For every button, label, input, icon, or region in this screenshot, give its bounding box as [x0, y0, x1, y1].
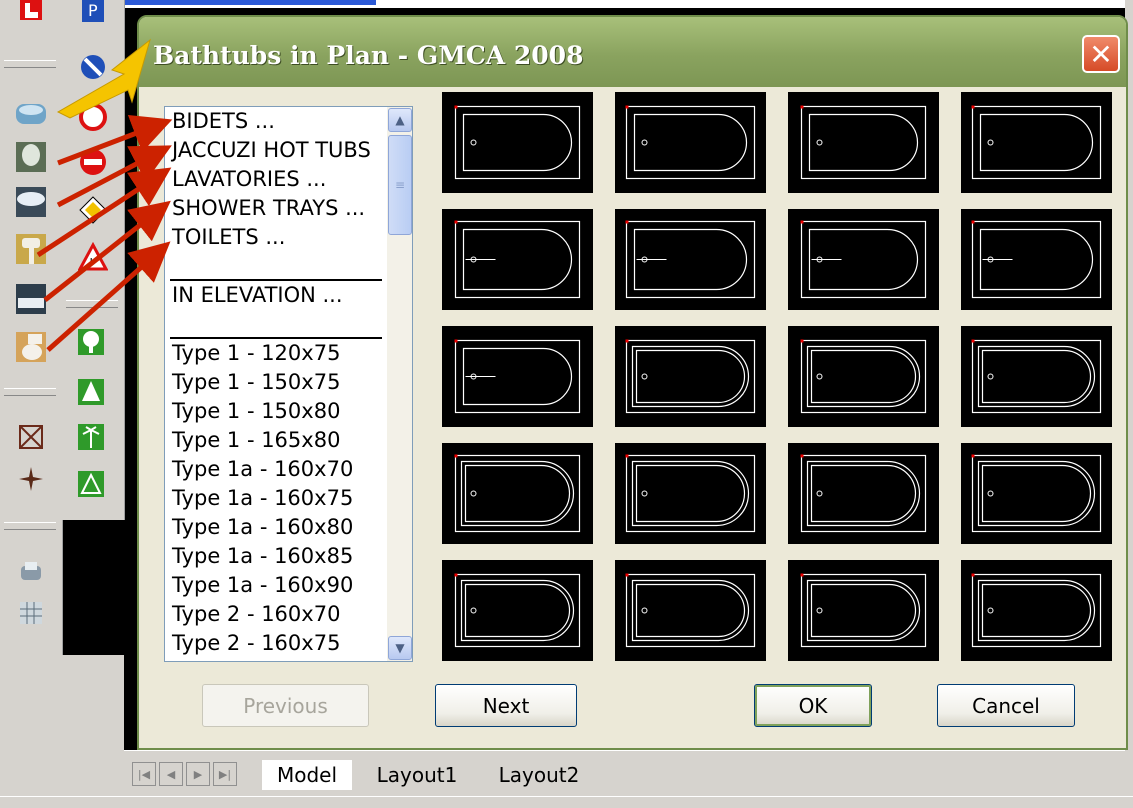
bathtub-thumbnail[interactable] [615, 443, 766, 544]
list-item-type[interactable]: Type 2 - 160x70 [165, 600, 387, 629]
bathtub-thumbnail[interactable] [615, 560, 766, 661]
shower-tray-icon[interactable] [14, 282, 48, 316]
list-item-type[interactable]: Type 2 - 160x75 [165, 629, 387, 658]
warning-sign-icon[interactable]: ! [76, 240, 110, 274]
bathtub-thumbnail[interactable] [961, 443, 1112, 544]
previous-button[interactable]: Previous [202, 684, 369, 727]
list-item-type[interactable]: Type 1 - 150x75 [165, 368, 387, 397]
list-item-type[interactable]: Type 1a - 160x70 [165, 455, 387, 484]
bathtub-thumbnail[interactable] [615, 209, 766, 310]
list-item-type[interactable]: Type 1 - 150x80 [165, 397, 387, 426]
signs-toolbar: P ! [62, 0, 125, 520]
list-item-type[interactable]: Type 1a - 160x80 [165, 513, 387, 542]
bathtub-icon[interactable] [14, 96, 48, 130]
bathtubs-dialog: Bathtubs in Plan - GMCA 2008 ✕ BIDETS ..… [137, 15, 1128, 750]
tab-model[interactable]: Model [262, 760, 352, 790]
list-item-bidets[interactable]: BIDETS ... [165, 107, 387, 136]
no-entry-blue-sign-icon[interactable] [76, 50, 110, 84]
prohibition-sign-icon[interactable] [76, 100, 110, 134]
jacuzzi-icon[interactable] [14, 185, 48, 219]
bidet-icon[interactable] [14, 140, 48, 174]
lavatory-icon[interactable] [14, 232, 48, 266]
list-item-toilets[interactable]: TOILETS ... [165, 223, 387, 252]
bathtub-thumbnail[interactable] [961, 92, 1112, 193]
category-listbox[interactable]: BIDETS ... JACCUZI HOT TUBS LAVATORIES .… [164, 106, 413, 662]
list-item-jacuzzi[interactable]: JACCUZI HOT TUBS [165, 136, 387, 165]
list-item-type[interactable]: Type 1 - 165x80 [165, 426, 387, 455]
list-item-in-elevation[interactable]: IN ELEVATION ... [165, 281, 387, 310]
close-button[interactable]: ✕ [1082, 35, 1120, 73]
bathtub-thumbnail[interactable] [442, 560, 593, 661]
conifer-icon[interactable] [74, 375, 108, 409]
svg-text:!: ! [89, 256, 93, 269]
window-frame-icon[interactable] [14, 420, 48, 454]
sanitary-toolbar [0, 0, 63, 655]
no-entry-sign-icon[interactable] [76, 145, 110, 179]
star-symbol-icon[interactable] [14, 462, 48, 496]
dialog-title-bar[interactable]: Bathtubs in Plan - GMCA 2008 ✕ [139, 17, 1126, 87]
next-button[interactable]: Next [435, 684, 577, 727]
list-item-type[interactable]: Type 1 - 120x75 [165, 339, 387, 368]
bathtub-thumbnail[interactable] [442, 326, 593, 427]
grid-pattern-icon[interactable] [14, 596, 48, 630]
bathtub-thumbnail[interactable] [442, 92, 593, 193]
last-tab-icon[interactable]: ▶| [213, 762, 237, 786]
list-separator [170, 252, 382, 281]
tab-layout2[interactable]: Layout2 [484, 760, 594, 790]
bathtub-thumbnail[interactable] [788, 209, 939, 310]
next-tab-icon[interactable]: ▶ [186, 762, 210, 786]
priority-road-sign-icon[interactable] [76, 193, 110, 227]
bathtub-thumbnail[interactable] [961, 209, 1112, 310]
bathtub-thumbnail[interactable] [788, 443, 939, 544]
bathtub-thumbnail[interactable] [442, 209, 593, 310]
tree-icon[interactable] [74, 325, 108, 359]
dialog-title: Bathtubs in Plan - GMCA 2008 [153, 41, 584, 70]
bathtub-thumbnail[interactable] [615, 326, 766, 427]
bottom-strip [0, 796, 1133, 808]
fire-extinguisher-icon[interactable] [14, 0, 48, 26]
prev-tab-icon[interactable]: ◀ [159, 762, 183, 786]
top-strip [0, 0, 1133, 8]
list-item-type[interactable]: Type 1a - 160x85 [165, 542, 387, 571]
scroll-down-icon[interactable]: ▼ [388, 636, 412, 660]
bathtub-thumbnail[interactable] [961, 560, 1112, 661]
printer-icon[interactable] [14, 555, 48, 589]
list-item-type[interactable]: Type 1a - 160x75 [165, 484, 387, 513]
toilet-icon[interactable] [14, 330, 48, 364]
palm-tree-icon[interactable] [74, 420, 108, 454]
scroll-up-icon[interactable]: ▲ [388, 108, 412, 132]
list-item-type[interactable]: Type 1a - 160x90 [165, 571, 387, 600]
toolbar-grip[interactable] [4, 522, 56, 530]
bathtub-thumbnail[interactable] [442, 443, 593, 544]
bathtub-thumbnail[interactable] [961, 326, 1112, 427]
toolbar-grip[interactable] [4, 60, 56, 68]
toolbar-grip[interactable] [4, 388, 56, 396]
parking-sign-icon[interactable]: P [76, 0, 110, 26]
bathtub-thumbnail[interactable] [615, 92, 766, 193]
scroll-thumb[interactable]: ≡ [388, 135, 412, 235]
bathtub-thumbnail[interactable] [788, 92, 939, 193]
tab-layout1[interactable]: Layout1 [362, 760, 472, 790]
list-separator [170, 310, 382, 339]
list-item-lavatories[interactable]: LAVATORIES ... [165, 165, 387, 194]
toolbar-grip[interactable] [66, 300, 118, 308]
list-item-shower-trays[interactable]: SHOWER TRAYS ... [165, 194, 387, 223]
first-tab-icon[interactable]: |◀ [132, 762, 156, 786]
svg-text:P: P [88, 1, 98, 20]
listbox-scrollbar[interactable]: ▲ ≡ ▼ [387, 107, 412, 661]
bathtub-thumbnail[interactable] [788, 560, 939, 661]
shrub-icon[interactable] [74, 467, 108, 501]
lower-panel [0, 655, 124, 796]
listbox-items: BIDETS ... JACCUZI HOT TUBS LAVATORIES .… [165, 107, 387, 658]
bathtub-thumbnail[interactable] [788, 326, 939, 427]
ok-button[interactable]: OK [754, 684, 872, 727]
cancel-button[interactable]: Cancel [937, 684, 1075, 727]
